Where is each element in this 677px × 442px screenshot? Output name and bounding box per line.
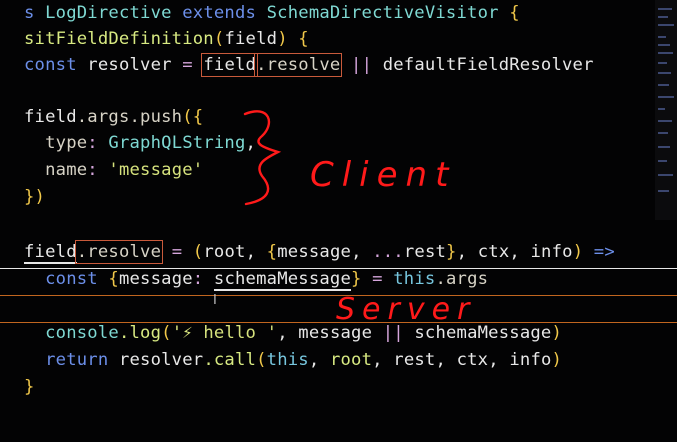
code-token: =: [361, 269, 394, 289]
code-token: field: [24, 107, 77, 127]
code-token: (: [161, 323, 172, 343]
code-token: {: [498, 3, 520, 23]
code-token: }: [446, 242, 457, 262]
code-token: SchemaDirectiveVisitor: [266, 3, 499, 23]
code-token: type: [24, 133, 88, 153]
code-line[interactable]: console.log('⚡ hello ', message || schem…: [24, 322, 562, 344]
code-token: message: [277, 242, 352, 262]
code-token: 'message': [108, 160, 204, 180]
code-token: name: [24, 160, 88, 180]
code-token: ,: [351, 242, 373, 262]
code-token: .args: [435, 269, 489, 289]
code-token: resolver: [118, 350, 204, 370]
code-token: message: [298, 323, 373, 343]
code-token: =: [171, 55, 204, 75]
code-token: =>: [583, 242, 615, 262]
code-token: root: [203, 242, 246, 262]
code-editor[interactable]: s LogDirective extends SchemaDirectiveVi…: [0, 0, 677, 442]
code-token: sitFieldDefinition: [24, 29, 214, 49]
code-token: ,: [456, 242, 478, 262]
code-token: .args.push: [76, 107, 183, 127]
code-token: rest: [403, 242, 447, 262]
code-token: message: [118, 269, 193, 289]
code-line[interactable]: const {message: schemaMessage} = this.ar…: [24, 268, 489, 291]
code-token: resolver: [87, 55, 172, 75]
code-token: }: [24, 377, 35, 397]
code-token: ||: [372, 323, 415, 343]
code-token: ,: [308, 350, 330, 370]
code-token: ,: [372, 350, 394, 370]
client-annotation: Client: [310, 155, 456, 195]
code-token: '⚡ hello ': [171, 323, 278, 343]
code-token: rest: [393, 350, 436, 370]
code-line[interactable]: sitFieldDefinition(field) {: [24, 28, 309, 50]
code-token: (: [256, 350, 267, 370]
code-token: {: [287, 29, 309, 49]
code-token: field: [224, 29, 278, 49]
code-token: info: [530, 242, 573, 262]
code-token: ,: [509, 242, 531, 262]
code-token: }: [351, 269, 362, 289]
code-token: .resolve: [74, 240, 164, 264]
code-token: (: [192, 242, 204, 262]
code-line[interactable]: field.args.push({: [24, 106, 203, 128]
code-token: root: [329, 350, 373, 370]
server-divider-top: [0, 295, 677, 296]
code-token: ): [551, 350, 563, 370]
code-token: }): [24, 187, 46, 207]
code-token: this: [266, 350, 309, 370]
code-line[interactable]: field.resolve = (root, {message, ...rest…: [24, 240, 615, 264]
code-line[interactable]: }): [24, 186, 45, 208]
code-token: info: [509, 350, 552, 370]
code-token: ctx: [477, 242, 510, 262]
code-token: .call: [203, 350, 257, 370]
code-token: schemaMessage: [414, 323, 552, 343]
code-token: {: [108, 269, 119, 289]
server-divider-bottom: [0, 322, 677, 323]
code-token: {: [266, 242, 278, 262]
code-token: extends: [171, 3, 267, 23]
code-token: (: [213, 29, 225, 49]
code-token: :: [192, 269, 214, 289]
code-token: ,: [245, 133, 257, 153]
minimap[interactable]: [655, 0, 677, 220]
code-token: ): [572, 242, 584, 262]
code-token: =: [161, 242, 193, 262]
code-token: :: [87, 133, 109, 153]
code-line[interactable]: type: GraphQLString,: [24, 132, 256, 154]
code-token: ): [551, 323, 563, 343]
code-token: ctx: [456, 350, 489, 370]
line-separator: [0, 268, 677, 269]
code-token: ): [277, 29, 288, 49]
code-token: s: [24, 3, 46, 23]
text-cursor-icon: I: [213, 293, 217, 308]
code-token: console: [24, 323, 119, 343]
code-token: LogDirective: [45, 3, 172, 23]
code-token: field: [24, 242, 77, 264]
code-token: this: [393, 269, 436, 289]
code-token: ||: [340, 55, 383, 75]
code-token: ,: [277, 323, 299, 343]
code-line[interactable]: }: [24, 376, 35, 398]
code-token: return: [24, 350, 119, 370]
client-brace-mark: [243, 110, 282, 206]
code-token: ,: [435, 350, 457, 370]
code-token: ,: [245, 242, 267, 262]
code-token: ,: [488, 350, 510, 370]
code-token: schemaMessage: [213, 269, 352, 291]
code-token: ({: [182, 107, 204, 127]
code-token: defaultFieldResolver: [382, 55, 594, 75]
code-line[interactable]: const resolver = field.resolve || defaul…: [24, 53, 594, 77]
code-token: ...: [372, 242, 404, 262]
code-line[interactable]: s LogDirective extends SchemaDirectiveVi…: [24, 2, 520, 24]
code-token: .resolve: [254, 53, 343, 77]
code-line[interactable]: return resolver.call(this, root, rest, c…: [24, 349, 562, 371]
code-token: const: [24, 269, 109, 289]
code-token: const: [24, 55, 88, 75]
code-token: .log: [118, 323, 162, 343]
code-token: field: [201, 53, 259, 77]
code-line[interactable]: name: 'message': [24, 159, 203, 181]
code-token: :: [87, 160, 109, 180]
code-token: GraphQLString: [108, 133, 246, 153]
